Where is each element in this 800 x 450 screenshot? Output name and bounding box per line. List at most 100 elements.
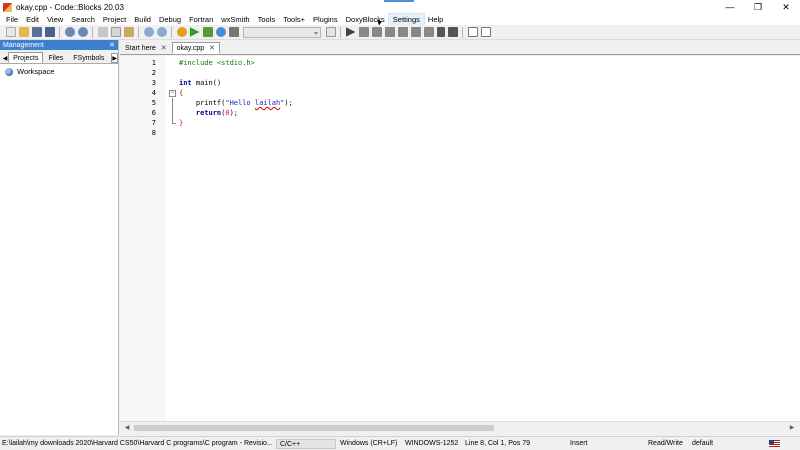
- redo-icon[interactable]: [77, 27, 88, 37]
- management-title: Management: [3, 41, 44, 49]
- taskbar-accent: [384, 0, 414, 2]
- menu-file[interactable]: File: [2, 14, 22, 25]
- build-and-run-icon[interactable]: [202, 27, 213, 37]
- tab-start-here[interactable]: Start here ✕: [120, 42, 172, 54]
- main-toolbar: [0, 25, 800, 40]
- menu-tools[interactable]: Tools: [254, 14, 280, 25]
- build-target-select[interactable]: [243, 26, 321, 38]
- close-tab-icon[interactable]: ✕: [161, 44, 167, 52]
- next-instruction-icon[interactable]: [410, 27, 421, 37]
- tab-fsymbols[interactable]: FSymbols: [68, 52, 109, 63]
- line-number: 5: [151, 99, 156, 107]
- undo-icon[interactable]: [64, 27, 75, 37]
- menu-view[interactable]: View: [43, 14, 67, 25]
- keyword-token: int: [179, 79, 192, 87]
- fold-guide-end: [172, 123, 176, 124]
- minimize-button[interactable]: —: [716, 0, 744, 14]
- line-number: 7: [151, 119, 156, 127]
- copy-icon[interactable]: [110, 27, 121, 37]
- menu-settings[interactable]: Settings: [387, 13, 425, 26]
- title-bar: okay.cpp - Code::Blocks 20.03 — ❐ ✕: [0, 0, 800, 14]
- code-token: );: [229, 109, 239, 117]
- menu-tools-plus[interactable]: Tools+: [279, 14, 309, 25]
- code-text: {: [179, 89, 184, 97]
- pause-icon[interactable]: [436, 27, 445, 37]
- next-line-icon[interactable]: [371, 27, 382, 37]
- menu-build[interactable]: Build: [130, 14, 155, 25]
- paste-icon[interactable]: [123, 27, 134, 37]
- code-text: #include <stdio.h>: [179, 59, 255, 67]
- toolbar-separator: [171, 26, 172, 38]
- menu-plugins[interactable]: Plugins: [309, 14, 342, 25]
- status-bar: E:\lailah\my downloads 2020\Harvard CS50…: [0, 436, 800, 450]
- menu-help[interactable]: Help: [424, 14, 447, 25]
- run-icon[interactable]: [189, 27, 200, 37]
- management-tabs: ◀ Projects Files FSymbols ▶: [0, 50, 118, 64]
- maximize-button[interactable]: ❐: [744, 0, 772, 14]
- fold-toggle-icon[interactable]: −: [169, 90, 176, 97]
- show-select-target-icon[interactable]: [325, 27, 336, 37]
- code-token: printf(: [179, 99, 226, 107]
- rebuild-icon[interactable]: [215, 27, 226, 37]
- scrollbar-thumb[interactable]: [134, 425, 494, 431]
- scroll-right-icon[interactable]: ▶: [788, 424, 796, 432]
- tab-scroll-right-icon[interactable]: ▶: [111, 53, 118, 63]
- scroll-left-icon[interactable]: ◀: [123, 424, 131, 432]
- new-file-icon[interactable]: [5, 27, 16, 37]
- code-text: printf("Hello lailah");: [179, 98, 293, 108]
- close-panel-icon[interactable]: ✕: [109, 41, 115, 49]
- open-folder-icon[interactable]: [18, 27, 29, 37]
- code-text: }: [179, 119, 184, 127]
- toolbar-separator: [462, 26, 463, 38]
- horizontal-scrollbar[interactable]: ◀ ▶: [120, 421, 800, 433]
- status-insert-mode: Insert: [570, 440, 588, 447]
- menu-wxsmith[interactable]: wxSmith: [217, 14, 253, 25]
- various-info-icon[interactable]: [480, 27, 491, 37]
- code-editor[interactable]: 1 #include <stdio.h> 2 3 int main() 4 { …: [120, 56, 800, 421]
- tab-okay-cpp[interactable]: okay.cpp ✕: [171, 42, 220, 54]
- find-icon[interactable]: [143, 27, 154, 37]
- stop-debugger-icon[interactable]: [447, 27, 458, 37]
- code-line: 2: [120, 68, 800, 78]
- step-into-icon[interactable]: [384, 27, 395, 37]
- menu-search[interactable]: Search: [67, 14, 99, 25]
- cut-icon[interactable]: [97, 27, 108, 37]
- us-flag-icon: [769, 440, 780, 447]
- code-token: main(): [191, 79, 222, 87]
- status-profile: default: [692, 440, 714, 447]
- build-gear-icon[interactable]: [176, 27, 187, 37]
- code-line: 7 }: [120, 118, 800, 128]
- replace-icon[interactable]: [156, 27, 167, 37]
- debugging-windows-icon[interactable]: [467, 27, 478, 37]
- toolbar-separator: [59, 26, 60, 38]
- code-text: return(0);: [179, 108, 238, 118]
- toolbar-separator: [340, 26, 341, 38]
- save-icon[interactable]: [31, 27, 42, 37]
- menu-fortran[interactable]: Fortran: [185, 14, 217, 25]
- debug-continue-icon[interactable]: [345, 27, 356, 37]
- menu-bar: File Edit View Search Project Build Debu…: [0, 13, 800, 26]
- close-button[interactable]: ✕: [772, 0, 800, 14]
- status-line-endings: Windows (CR+LF): [340, 440, 398, 447]
- step-out-icon[interactable]: [397, 27, 408, 37]
- menu-debug[interactable]: Debug: [155, 14, 185, 25]
- code-line: 8: [120, 128, 800, 138]
- close-tab-icon[interactable]: ✕: [209, 44, 215, 52]
- menu-edit[interactable]: Edit: [22, 14, 43, 25]
- run-to-cursor-icon[interactable]: [358, 27, 369, 37]
- workspace-label: Workspace: [17, 67, 55, 76]
- abort-icon[interactable]: [228, 27, 239, 37]
- step-into-instruction-icon[interactable]: [423, 27, 434, 37]
- toolbar-separator: [92, 26, 93, 38]
- code-token: );: [284, 99, 293, 107]
- tree-item-workspace[interactable]: Workspace: [0, 66, 118, 77]
- codeblocks-app-icon: [3, 2, 12, 12]
- line-number: 8: [151, 129, 156, 137]
- menu-project[interactable]: Project: [99, 14, 130, 25]
- save-all-icon[interactable]: [44, 27, 55, 37]
- tab-files[interactable]: Files: [43, 52, 68, 63]
- tab-label: Start here: [125, 44, 156, 52]
- window-title: okay.cpp - Code::Blocks 20.03: [16, 2, 124, 12]
- line-number: 3: [151, 79, 156, 87]
- tab-projects[interactable]: Projects: [8, 52, 44, 63]
